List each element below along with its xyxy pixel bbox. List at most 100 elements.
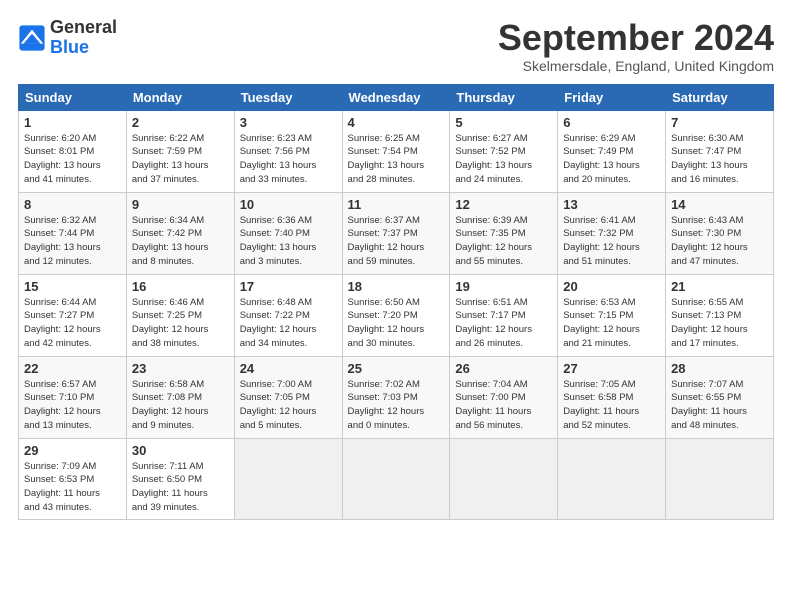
day-info: Sunrise: 7:00 AM Sunset: 7:05 PM Dayligh… [240, 378, 337, 433]
day-number: 14 [671, 197, 768, 212]
day-info: Sunrise: 6:25 AM Sunset: 7:54 PM Dayligh… [348, 132, 445, 187]
table-row: 16 Sunrise: 6:46 AM Sunset: 7:25 PM Dayli… [126, 274, 234, 356]
day-number: 4 [348, 115, 445, 130]
table-row: 29Sunrise: 7:09 AM Sunset: 6:53 PM Dayli… [19, 438, 127, 519]
calendar-table: Sunday Monday Tuesday Wednesday Thursday… [18, 84, 774, 520]
day-info: Sunrise: 6:44 AM Sunset: 7:27 PM Dayligh… [24, 296, 121, 351]
table-row: 23 Sunrise: 6:58 AM Sunset: 7:08 PM Dayli… [126, 356, 234, 438]
day-number: 7 [671, 115, 768, 130]
day-number: 5 [455, 115, 552, 130]
logo-text: General Blue [50, 18, 117, 58]
day-number: 27 [563, 361, 660, 376]
col-wednesday: Wednesday [342, 84, 450, 110]
table-row: 24 Sunrise: 7:00 AM Sunset: 7:05 PM Dayli… [234, 356, 342, 438]
day-number: 12 [455, 197, 552, 212]
table-row [234, 438, 342, 519]
table-row: 28 Sunrise: 7:07 AM Sunset: 6:55 PM Dayli… [666, 356, 774, 438]
table-row: 21 Sunrise: 6:55 AM Sunset: 7:13 PM Dayli… [666, 274, 774, 356]
day-number: 18 [348, 279, 445, 294]
day-number: 23 [132, 361, 229, 376]
day-number: 21 [671, 279, 768, 294]
col-monday: Monday [126, 84, 234, 110]
day-number: 10 [240, 197, 337, 212]
day-number: 1 [24, 115, 121, 130]
table-row: 14 Sunrise: 6:43 AM Sunset: 7:30 PM Dayli… [666, 192, 774, 274]
day-number: 8 [24, 197, 121, 212]
table-row [342, 438, 450, 519]
day-info: Sunrise: 6:58 AM Sunset: 7:08 PM Dayligh… [132, 378, 229, 433]
day-info: Sunrise: 6:43 AM Sunset: 7:30 PM Dayligh… [671, 214, 768, 269]
day-info: Sunrise: 6:37 AM Sunset: 7:37 PM Dayligh… [348, 214, 445, 269]
day-info: Sunrise: 6:57 AM Sunset: 7:10 PM Dayligh… [24, 378, 121, 433]
day-info: Sunrise: 6:22 AM Sunset: 7:59 PM Dayligh… [132, 132, 229, 187]
table-row: 15 Sunrise: 6:44 AM Sunset: 7:27 PM Dayli… [19, 274, 127, 356]
day-info: Sunrise: 6:55 AM Sunset: 7:13 PM Dayligh… [671, 296, 768, 351]
day-number: 20 [563, 279, 660, 294]
day-info: Sunrise: 7:02 AM Sunset: 7:03 PM Dayligh… [348, 378, 445, 433]
table-row: 12 Sunrise: 6:39 AM Sunset: 7:35 PM Dayli… [450, 192, 558, 274]
day-info: Sunrise: 7:04 AM Sunset: 7:00 PM Dayligh… [455, 378, 552, 433]
day-info: Sunrise: 7:05 AM Sunset: 6:58 PM Dayligh… [563, 378, 660, 433]
day-number: 17 [240, 279, 337, 294]
table-row: 19Sunrise: 6:51 AM Sunset: 7:17 PM Dayli… [450, 274, 558, 356]
day-number: 16 [132, 279, 229, 294]
day-info: Sunrise: 6:39 AM Sunset: 7:35 PM Dayligh… [455, 214, 552, 269]
day-info: Sunrise: 6:29 AM Sunset: 7:49 PM Dayligh… [563, 132, 660, 187]
table-row: 5 Sunrise: 6:27 AM Sunset: 7:52 PM Daylig… [450, 110, 558, 192]
day-info: Sunrise: 6:46 AM Sunset: 7:25 PM Dayligh… [132, 296, 229, 351]
table-row: 11 Sunrise: 6:37 AM Sunset: 7:37 PM Dayli… [342, 192, 450, 274]
table-row [666, 438, 774, 519]
day-info: Sunrise: 7:09 AM Sunset: 6:53 PM Dayligh… [24, 460, 121, 515]
col-tuesday: Tuesday [234, 84, 342, 110]
day-number: 6 [563, 115, 660, 130]
col-saturday: Saturday [666, 84, 774, 110]
day-number: 3 [240, 115, 337, 130]
page-header: General Blue September 2024 Skelmersdale… [18, 18, 774, 74]
table-row: 27 Sunrise: 7:05 AM Sunset: 6:58 PM Dayli… [558, 356, 666, 438]
day-info: Sunrise: 6:48 AM Sunset: 7:22 PM Dayligh… [240, 296, 337, 351]
day-number: 15 [24, 279, 121, 294]
title-block: September 2024 Skelmersdale, England, Un… [498, 18, 774, 74]
location: Skelmersdale, England, United Kingdom [498, 58, 774, 74]
day-number: 24 [240, 361, 337, 376]
day-info: Sunrise: 6:50 AM Sunset: 7:20 PM Dayligh… [348, 296, 445, 351]
table-row: 4 Sunrise: 6:25 AM Sunset: 7:54 PM Daylig… [342, 110, 450, 192]
table-row: 2 Sunrise: 6:22 AM Sunset: 7:59 PM Daylig… [126, 110, 234, 192]
table-row: 7 Sunrise: 6:30 AM Sunset: 7:47 PM Daylig… [666, 110, 774, 192]
calendar-header-row: Sunday Monday Tuesday Wednesday Thursday… [19, 84, 774, 110]
table-row: 3 Sunrise: 6:23 AM Sunset: 7:56 PM Daylig… [234, 110, 342, 192]
day-info: Sunrise: 6:30 AM Sunset: 7:47 PM Dayligh… [671, 132, 768, 187]
table-row: 20 Sunrise: 6:53 AM Sunset: 7:15 PM Dayli… [558, 274, 666, 356]
day-number: 22 [24, 361, 121, 376]
col-sunday: Sunday [19, 84, 127, 110]
table-row: 10Sunrise: 6:36 AM Sunset: 7:40 PM Dayli… [234, 192, 342, 274]
logo: General Blue [18, 18, 117, 58]
day-number: 2 [132, 115, 229, 130]
table-row: 8Sunrise: 6:32 AM Sunset: 7:44 PM Daylig… [19, 192, 127, 274]
day-info: Sunrise: 6:34 AM Sunset: 7:42 PM Dayligh… [132, 214, 229, 269]
col-thursday: Thursday [450, 84, 558, 110]
day-info: Sunrise: 6:20 AM Sunset: 8:01 PM Dayligh… [24, 132, 121, 187]
day-info: Sunrise: 6:41 AM Sunset: 7:32 PM Dayligh… [563, 214, 660, 269]
month-title: September 2024 [498, 18, 774, 58]
table-row: 18 Sunrise: 6:50 AM Sunset: 7:20 PM Dayli… [342, 274, 450, 356]
table-row [450, 438, 558, 519]
col-friday: Friday [558, 84, 666, 110]
day-number: 13 [563, 197, 660, 212]
day-info: Sunrise: 6:53 AM Sunset: 7:15 PM Dayligh… [563, 296, 660, 351]
table-row: 13 Sunrise: 6:41 AM Sunset: 7:32 PM Dayli… [558, 192, 666, 274]
day-number: 19 [455, 279, 552, 294]
table-row: 1 Sunrise: 6:20 AM Sunset: 8:01 PM Daylig… [19, 110, 127, 192]
day-info: Sunrise: 6:23 AM Sunset: 7:56 PM Dayligh… [240, 132, 337, 187]
day-number: 11 [348, 197, 445, 212]
table-row: 6 Sunrise: 6:29 AM Sunset: 7:49 PM Daylig… [558, 110, 666, 192]
day-info: Sunrise: 6:27 AM Sunset: 7:52 PM Dayligh… [455, 132, 552, 187]
day-number: 9 [132, 197, 229, 212]
day-number: 28 [671, 361, 768, 376]
day-number: 26 [455, 361, 552, 376]
table-row: 26 Sunrise: 7:04 AM Sunset: 7:00 PM Dayli… [450, 356, 558, 438]
day-number: 30 [132, 443, 229, 458]
table-row: 30Sunrise: 7:11 AM Sunset: 6:50 PM Dayli… [126, 438, 234, 519]
table-row: 22 Sunrise: 6:57 AM Sunset: 7:10 PM Dayli… [19, 356, 127, 438]
day-info: Sunrise: 7:07 AM Sunset: 6:55 PM Dayligh… [671, 378, 768, 433]
